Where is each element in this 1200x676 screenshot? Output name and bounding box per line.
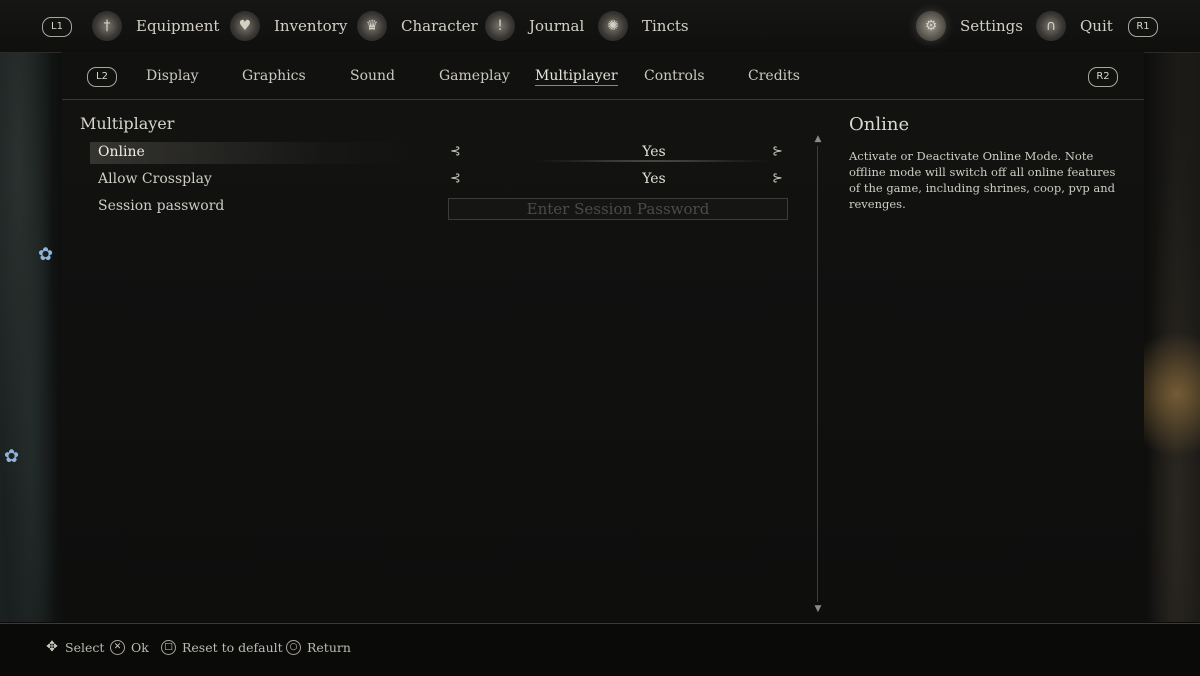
hint-select[interactable]: ✥ Select	[45, 640, 104, 655]
nav-settings[interactable]: ⚙ Settings	[916, 8, 1023, 44]
settings-tab-bar: L2 Display Graphics Sound Gameplay Multi…	[62, 52, 1144, 100]
arrow-right-icon[interactable]: ⊱	[772, 171, 783, 186]
setting-row-crossplay[interactable]: Allow Crossplay ⊰ Yes ⊱	[98, 171, 798, 193]
nav-label: Character	[401, 17, 478, 35]
tab-graphics[interactable]: Graphics	[242, 68, 306, 84]
hint-return[interactable]: ○ Return	[286, 640, 351, 655]
session-password-input[interactable]	[448, 198, 788, 220]
hint-ok[interactable]: ✕ Ok	[110, 640, 149, 655]
settings-panel: Multiplayer Online ⊰ Yes ⊱ Allow Crosspl…	[62, 100, 1144, 622]
candle-icon: !	[485, 11, 515, 41]
blue-flower-icon: ✿	[4, 446, 20, 467]
top-navigation: L1 † Equipment ♥ Inventory ♛ Character !…	[0, 0, 1200, 53]
l1-button-hint[interactable]: L1	[42, 17, 72, 37]
crown-icon: ♛	[357, 11, 387, 41]
r2-button-hint[interactable]: R2	[1088, 67, 1118, 87]
hint-reset[interactable]: □ Reset to default	[161, 640, 283, 655]
hint-label: Ok	[131, 640, 149, 655]
description-title: Online	[849, 114, 910, 135]
archway-icon: ∩	[1036, 11, 1066, 41]
nav-journal[interactable]: ! Journal	[485, 8, 584, 44]
nav-label: Equipment	[136, 17, 220, 35]
hint-label: Return	[307, 640, 351, 655]
nav-inventory[interactable]: ♥ Inventory	[230, 8, 347, 44]
nav-equipment[interactable]: † Equipment	[92, 8, 219, 44]
description-text: Activate or Deactivate Online Mode. Note…	[849, 149, 1116, 211]
setting-row-online[interactable]: Online ⊰ Yes ⊱	[90, 142, 798, 166]
scroll-down-icon[interactable]: ▼	[813, 604, 823, 614]
arrow-left-icon[interactable]: ⊰	[450, 171, 461, 186]
nav-label: Settings	[960, 17, 1023, 35]
section-title: Multiplayer	[80, 114, 175, 133]
nav-label: Inventory	[274, 17, 348, 35]
arrow-left-icon[interactable]: ⊰	[450, 144, 461, 159]
hint-label: Reset to default	[182, 640, 283, 655]
blue-flower-icon: ✿	[38, 244, 54, 265]
heart-icon: ♥	[230, 11, 260, 41]
square-button-icon: □	[161, 640, 176, 655]
setting-label: Online	[98, 144, 145, 160]
right-candle-decoration	[1142, 52, 1200, 622]
setting-value: Yes	[642, 144, 666, 160]
gear-icon: ⚙	[916, 11, 946, 41]
setting-label: Session password	[98, 198, 225, 214]
left-vine-decoration: ✿ ✿	[0, 52, 62, 622]
tab-credits[interactable]: Credits	[748, 68, 800, 84]
circle-button-icon: ○	[286, 640, 301, 655]
l2-button-hint[interactable]: L2	[87, 67, 117, 87]
nav-quit[interactable]: ∩ Quit	[1036, 8, 1113, 44]
nav-label: Tincts	[642, 17, 689, 35]
sword-icon: †	[92, 11, 122, 41]
arrow-right-icon[interactable]: ⊱	[772, 144, 783, 159]
nav-label: Quit	[1080, 17, 1113, 35]
tab-multiplayer[interactable]: Multiplayer	[535, 68, 618, 86]
hint-label: Select	[65, 640, 105, 655]
setting-value: Yes	[642, 171, 666, 187]
tab-sound[interactable]: Sound	[350, 68, 395, 84]
nav-character[interactable]: ♛ Character	[357, 8, 478, 44]
scroll-track[interactable]	[817, 146, 818, 602]
tab-gameplay[interactable]: Gameplay	[439, 68, 510, 84]
scroll-up-icon[interactable]: ▲	[813, 134, 823, 144]
lamp-icon: ✺	[598, 11, 628, 41]
nav-label: Journal	[529, 17, 585, 35]
tab-display[interactable]: Display	[146, 68, 199, 84]
scrollbar[interactable]: ▲ ▼	[813, 134, 823, 616]
r1-button-hint[interactable]: R1	[1128, 17, 1158, 37]
nav-tincts[interactable]: ✺ Tincts	[598, 8, 689, 44]
tab-controls[interactable]: Controls	[644, 68, 705, 84]
dpad-icon: ✥	[46, 639, 58, 655]
value-underline	[528, 160, 778, 162]
setting-label: Allow Crossplay	[98, 171, 212, 187]
cross-button-icon: ✕	[110, 640, 125, 655]
button-hints-bar: ✥ Select ✕ Ok □ Reset to default ○ Retur…	[0, 623, 1200, 676]
